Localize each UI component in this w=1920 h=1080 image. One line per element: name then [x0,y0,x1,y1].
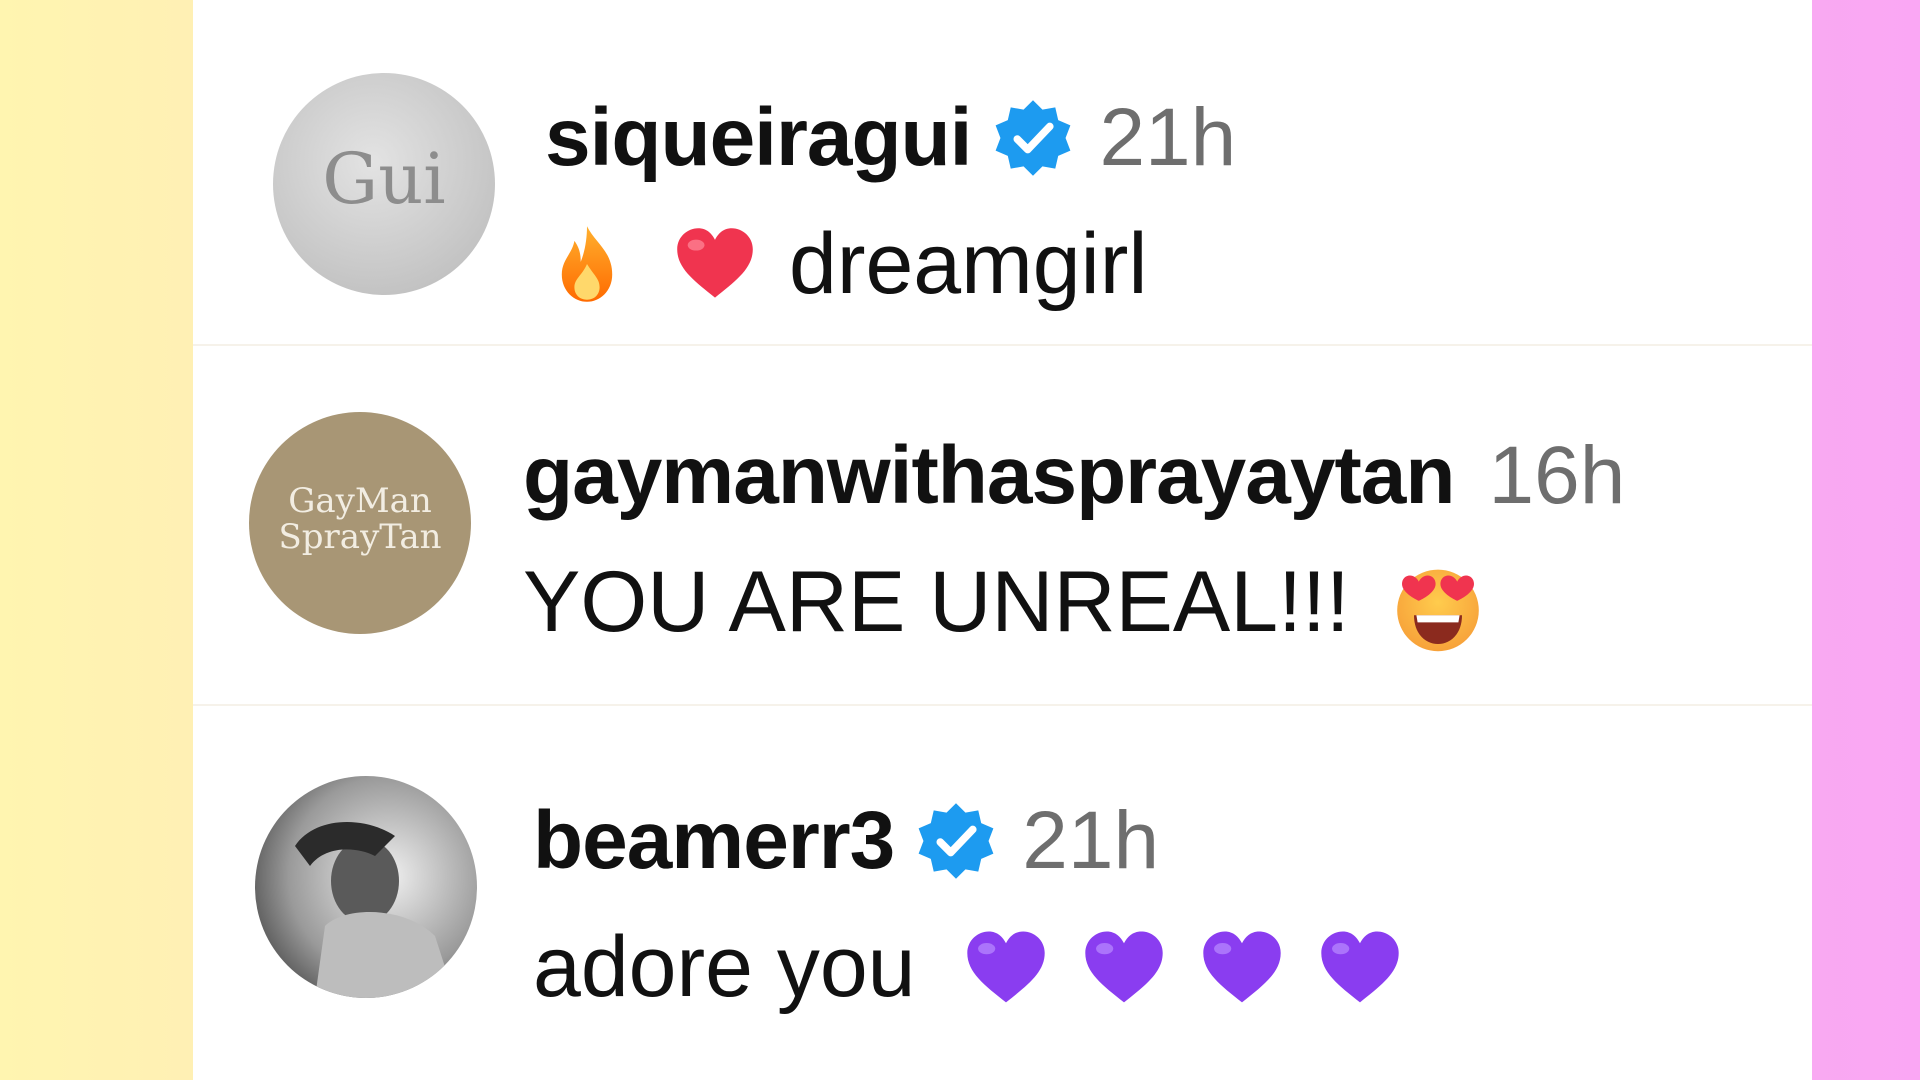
timestamp[interactable]: 21h [1099,91,1236,185]
avatar-image: Gui [322,138,445,220]
comment-body: YOU ARE UNREAL!!! [523,542,1625,662]
comment-text: adore you [533,918,916,1015]
username-link[interactable]: beamerr3 [533,794,895,888]
timestamp[interactable]: 21h [1022,794,1159,888]
verified-badge-icon [991,96,1075,180]
comment-header: siqueiragui 21h [545,88,1236,188]
avatar-image [295,822,455,998]
purple-heart-emoji-icon [1192,925,1281,1009]
fire-emoji-icon [545,222,629,306]
comment-row: GayMan SprayTan gaymanwithasprayaytan 16… [193,346,1812,706]
comment-row: beamerr3 21h adore you [193,706,1812,1080]
comment-header: gaymanwithasprayaytan 16h [523,426,1625,526]
avatar-image: GayMan SprayTan [279,481,442,557]
avatar[interactable]: Gui [273,73,495,295]
username-link[interactable]: siqueiragui [545,91,972,185]
comments-panel: Gui siqueiragui 21h dreamgirl GayMan Spr… [193,0,1812,1080]
comment-body: adore you [533,907,1428,1027]
timestamp[interactable]: 16h [1489,429,1626,523]
avatar[interactable] [255,776,477,998]
purple-heart-emoji-icon [956,925,1045,1009]
purple-hearts-group [956,925,1428,1009]
username-link[interactable]: gaymanwithasprayaytan [523,429,1455,523]
comment-content: siqueiragui 21h dreamgirl [545,88,1236,324]
avatar-signature: Gui [322,138,445,220]
verified-badge-icon [914,799,998,883]
comment-content: beamerr3 21h adore you [533,791,1428,1027]
comment-row: Gui siqueiragui 21h dreamgirl [193,0,1812,346]
comment-header: beamerr3 21h [533,791,1428,891]
purple-heart-emoji-icon [1074,925,1163,1009]
comment-text: dreamgirl [789,215,1148,312]
avatar-text-line2: SprayTan [279,517,442,557]
purple-heart-emoji-icon [1310,925,1399,1009]
avatar[interactable]: GayMan SprayTan [249,412,471,634]
comment-body: dreamgirl [545,204,1236,324]
star-struck-emoji-icon [1390,560,1479,652]
red-heart-emoji-icon [667,222,753,306]
comment-content: gaymanwithasprayaytan 16h YOU ARE UNREAL… [523,426,1625,662]
avatar-text-line1: GayMan [288,481,432,521]
comment-text: YOU ARE UNREAL!!! [523,553,1350,650]
